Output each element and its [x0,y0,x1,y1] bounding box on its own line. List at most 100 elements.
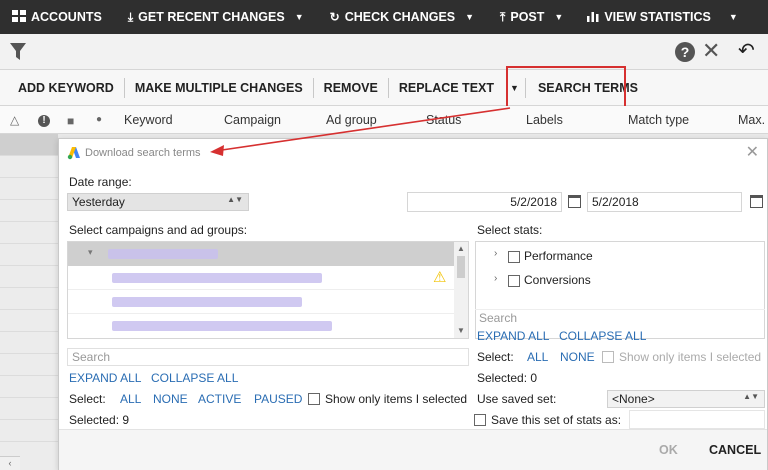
close-icon[interactable]: ✕ [746,142,759,162]
get-recent-changes-button[interactable]: ⤓ GET RECENT CHANGES ▼ [112,0,314,34]
left-select-all-link[interactable]: ALL [120,392,141,406]
help-icon[interactable]: ? [675,42,695,62]
conversions-checkbox[interactable] [508,275,520,287]
chevron-down-icon[interactable]: ▼ [554,12,563,22]
scrollbar[interactable]: ▲ ▼ [454,242,468,338]
save-set-checkbox[interactable] [474,414,486,426]
status-dot-icon[interactable]: ● [96,114,102,125]
search-terms-highlight [506,66,626,108]
cancel-button[interactable]: CANCEL [709,443,761,457]
column-max-cpc[interactable]: Max. C [738,113,768,127]
error-icon[interactable]: ! [38,115,50,127]
left-show-only-selected-checkbox[interactable] [308,393,320,405]
warning-icon: ⚠ [433,269,447,286]
tree-item-campaign[interactable] [112,273,322,283]
warning-outline-icon[interactable]: △ [10,113,19,127]
undo-icon[interactable]: ↶ [738,41,755,61]
close-icon[interactable]: ✕ [702,39,720,63]
table-row[interactable] [0,200,58,222]
column-keyword[interactable]: Keyword [124,113,173,127]
table-row[interactable] [0,376,58,398]
date-range-select[interactable]: Yesterday ▲▼ [67,193,249,211]
date-to-field[interactable]: 5/2/2018 [587,192,742,212]
accounts-button[interactable]: ACCOUNTS [0,0,112,34]
left-select-active-link[interactable]: ACTIVE [198,392,241,406]
remove-button[interactable]: REMOVE [314,70,388,106]
table-row[interactable] [0,156,58,178]
main-toolbar: ACCOUNTS ⤓ GET RECENT CHANGES ▼ ↻ CHECK … [0,0,768,34]
table-row[interactable] [0,178,58,200]
table-row[interactable] [0,398,58,420]
stats-search-input[interactable]: Search [475,309,765,327]
chevron-right-icon[interactable]: › [494,248,497,259]
chevron-down-icon: ▲▼ [743,392,759,401]
save-set-name-input[interactable] [629,410,765,429]
calendar-icon[interactable] [750,195,763,208]
action-bar: ADD KEYWORD MAKE MULTIPLE CHANGES REMOVE… [0,70,768,106]
chevron-down-icon[interactable]: ▾ [88,247,93,258]
date-range-label: Date range: [69,175,132,189]
left-select-paused-link[interactable]: PAUSED [254,392,302,406]
view-statistics-button[interactable]: VIEW STATISTICS ▼ [573,0,747,34]
table-row[interactable] [0,332,58,354]
right-show-only-selected-label: Show only items I selected [619,350,762,364]
performance-checkbox[interactable] [508,251,520,263]
ok-button[interactable]: OK [659,443,678,457]
grid-header: △ ! ■ ● Keyword Campaign Ad group Status… [0,106,768,134]
right-collapse-all-link[interactable]: COLLAPSE ALL [559,329,646,343]
table-row[interactable] [0,244,58,266]
google-ads-logo-icon [67,147,80,160]
table-row[interactable] [0,266,58,288]
right-select-label: Select: [477,350,514,364]
make-multiple-changes-button[interactable]: MAKE MULTIPLE CHANGES [125,70,313,106]
chevron-down-icon[interactable]: ▼ [295,12,304,22]
post-button[interactable]: ⤒ POST ▼ [484,0,573,34]
table-row[interactable] [0,288,58,310]
tree-item-campaign[interactable] [112,297,302,307]
right-show-only-selected-checkbox[interactable] [602,351,614,363]
chevron-down-icon[interactable]: ▼ [465,12,474,22]
left-select-none-link[interactable]: NONE [153,392,188,406]
table-row[interactable] [0,420,58,442]
left-show-only-selected-label: Show only items I selected [325,392,468,406]
check-changes-label: CHECK CHANGES [344,10,456,24]
chevron-right-icon[interactable]: › [494,273,497,284]
column-ad-group[interactable]: Ad group [326,113,377,127]
scroll-up-arrow[interactable]: ▲ [457,244,465,253]
date-from-field[interactable]: 5/2/2018 [407,192,562,212]
table-row[interactable] [0,222,58,244]
tree-item-account[interactable] [108,249,218,259]
right-select-none-link[interactable]: NONE [560,350,595,364]
add-keyword-button[interactable]: ADD KEYWORD [0,70,124,106]
scroll-thumb[interactable] [457,256,465,278]
stat-conversions-label: Conversions [524,273,591,287]
column-campaign[interactable]: Campaign [224,113,281,127]
filter-icon[interactable] [10,43,26,61]
column-status[interactable]: Status [426,113,461,127]
chevron-down-icon[interactable]: ▼ [729,12,738,22]
stat-performance-label: Performance [524,249,593,263]
comment-icon[interactable]: ■ [67,114,74,128]
right-select-all-link[interactable]: ALL [527,350,548,364]
replace-text-button[interactable]: REPLACE TEXT [389,70,504,106]
calendar-icon[interactable] [568,195,581,208]
upload-icon: ⤒ [500,9,506,24]
column-match-type[interactable]: Match type [628,113,689,127]
check-changes-button[interactable]: ↻ CHECK CHANGES ▼ [314,0,484,34]
table-row[interactable] [0,134,58,156]
campaign-search-input[interactable]: Search [67,348,469,366]
download-search-terms-dialog: Download search terms ✕ Date range: Yest… [58,138,768,470]
saved-set-select[interactable]: <None> ▲▼ [607,390,765,408]
scroll-down-arrow[interactable]: ▼ [457,326,465,335]
left-collapse-all-link[interactable]: COLLAPSE ALL [151,371,238,385]
left-expand-all-link[interactable]: EXPAND ALL [69,371,141,385]
campaign-tree: ▾ ⚠ ▲ ▼ [67,241,469,339]
table-row[interactable] [0,354,58,376]
tree-item-campaign[interactable] [112,321,332,331]
table-row[interactable] [0,310,58,332]
left-selected-count: Selected: 9 [69,413,130,427]
column-labels[interactable]: Labels [526,113,563,127]
dialog-title: Download search terms [67,146,201,160]
right-expand-all-link[interactable]: EXPAND ALL [477,329,549,343]
scroll-left-arrow[interactable]: ‹ [0,456,20,470]
